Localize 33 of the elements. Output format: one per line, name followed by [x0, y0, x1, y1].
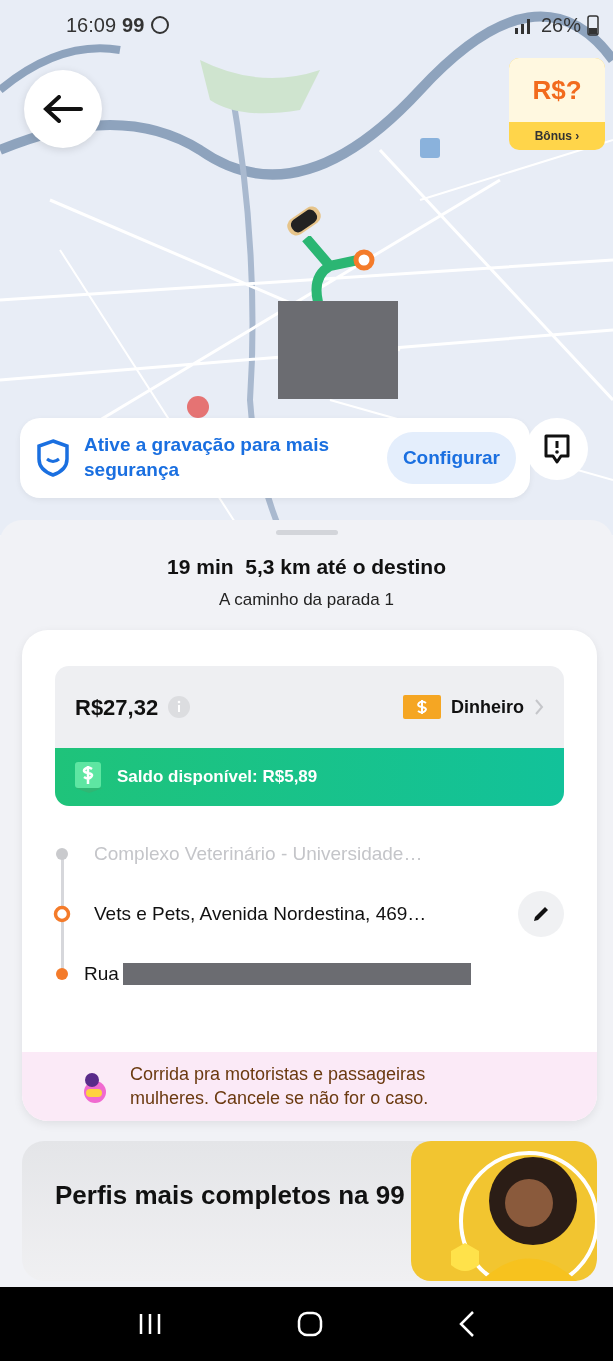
configure-button[interactable]: Configurar — [386, 431, 516, 485]
chat-icon — [150, 15, 171, 35]
stop-ring-icon — [53, 905, 71, 923]
edit-button[interactable] — [518, 891, 564, 937]
stop-address: Vets e Pets, Avenida Nordestina, 469… — [94, 901, 428, 926]
stop-address: Rua — [84, 961, 119, 986]
balance-text: Saldo disponível: R$5,89 — [117, 766, 318, 789]
home-icon — [296, 1310, 325, 1338]
bonus-badge[interactable]: R$? Bônus › — [509, 58, 605, 150]
fare-row[interactable]: R$27,32 Dinheiro — [55, 666, 564, 748]
pencil-icon — [531, 904, 551, 924]
info-icon — [168, 696, 191, 718]
trip-subtitle: A caminho da parada 1 — [218, 588, 395, 611]
chevron-right-icon — [534, 698, 544, 716]
safety-message: Ative a gravação para mais segurança — [84, 433, 331, 482]
destination-dot-icon — [55, 967, 69, 981]
cash-icon — [403, 695, 441, 719]
promo-title: Perfis mais completos na 99 — [55, 1178, 406, 1212]
back-arrow-icon — [43, 95, 83, 123]
battery-icon — [587, 14, 599, 36]
clock-time: 16:09 — [66, 13, 117, 38]
fare-price: R$27,32 — [75, 693, 159, 722]
trip-eta: 19 min 5,3 km até o destino — [166, 554, 447, 580]
shield-icon — [36, 439, 70, 477]
stop-address: Complexo Veterinário - Universidade… — [94, 841, 424, 866]
battery-percent: 26% — [540, 13, 581, 38]
origin-dot-icon — [55, 847, 69, 861]
app-label: 99 — [122, 13, 145, 38]
notice-text: Corrida pra motoristas e passageiras mulheres. Cancele se não for o caso. — [130, 1063, 430, 1111]
chevron-left-icon — [458, 1310, 477, 1338]
promo-card[interactable]: Perfis mais completos na 99 — [22, 1140, 597, 1281]
payment-method: Dinheiro — [451, 695, 524, 719]
alert-icon — [542, 433, 572, 465]
